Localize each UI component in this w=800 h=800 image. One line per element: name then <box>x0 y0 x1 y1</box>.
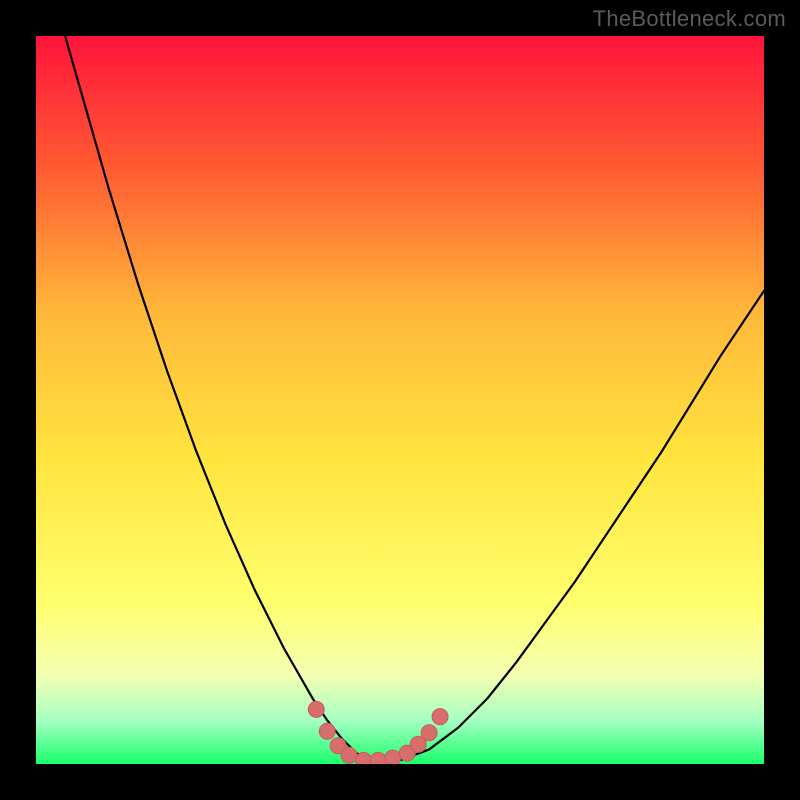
plot-area <box>36 36 764 764</box>
marker-point <box>432 709 448 725</box>
marker-point <box>421 725 437 741</box>
marker-point <box>385 750 401 764</box>
marker-point <box>308 701 324 717</box>
watermark-text: TheBottleneck.com <box>593 6 786 32</box>
chart-frame: TheBottleneck.com <box>0 0 800 800</box>
marker-point <box>356 752 372 764</box>
marker-point <box>370 752 386 764</box>
highlighted-points <box>36 36 764 764</box>
marker-point <box>341 747 357 763</box>
marker-point <box>319 723 335 739</box>
